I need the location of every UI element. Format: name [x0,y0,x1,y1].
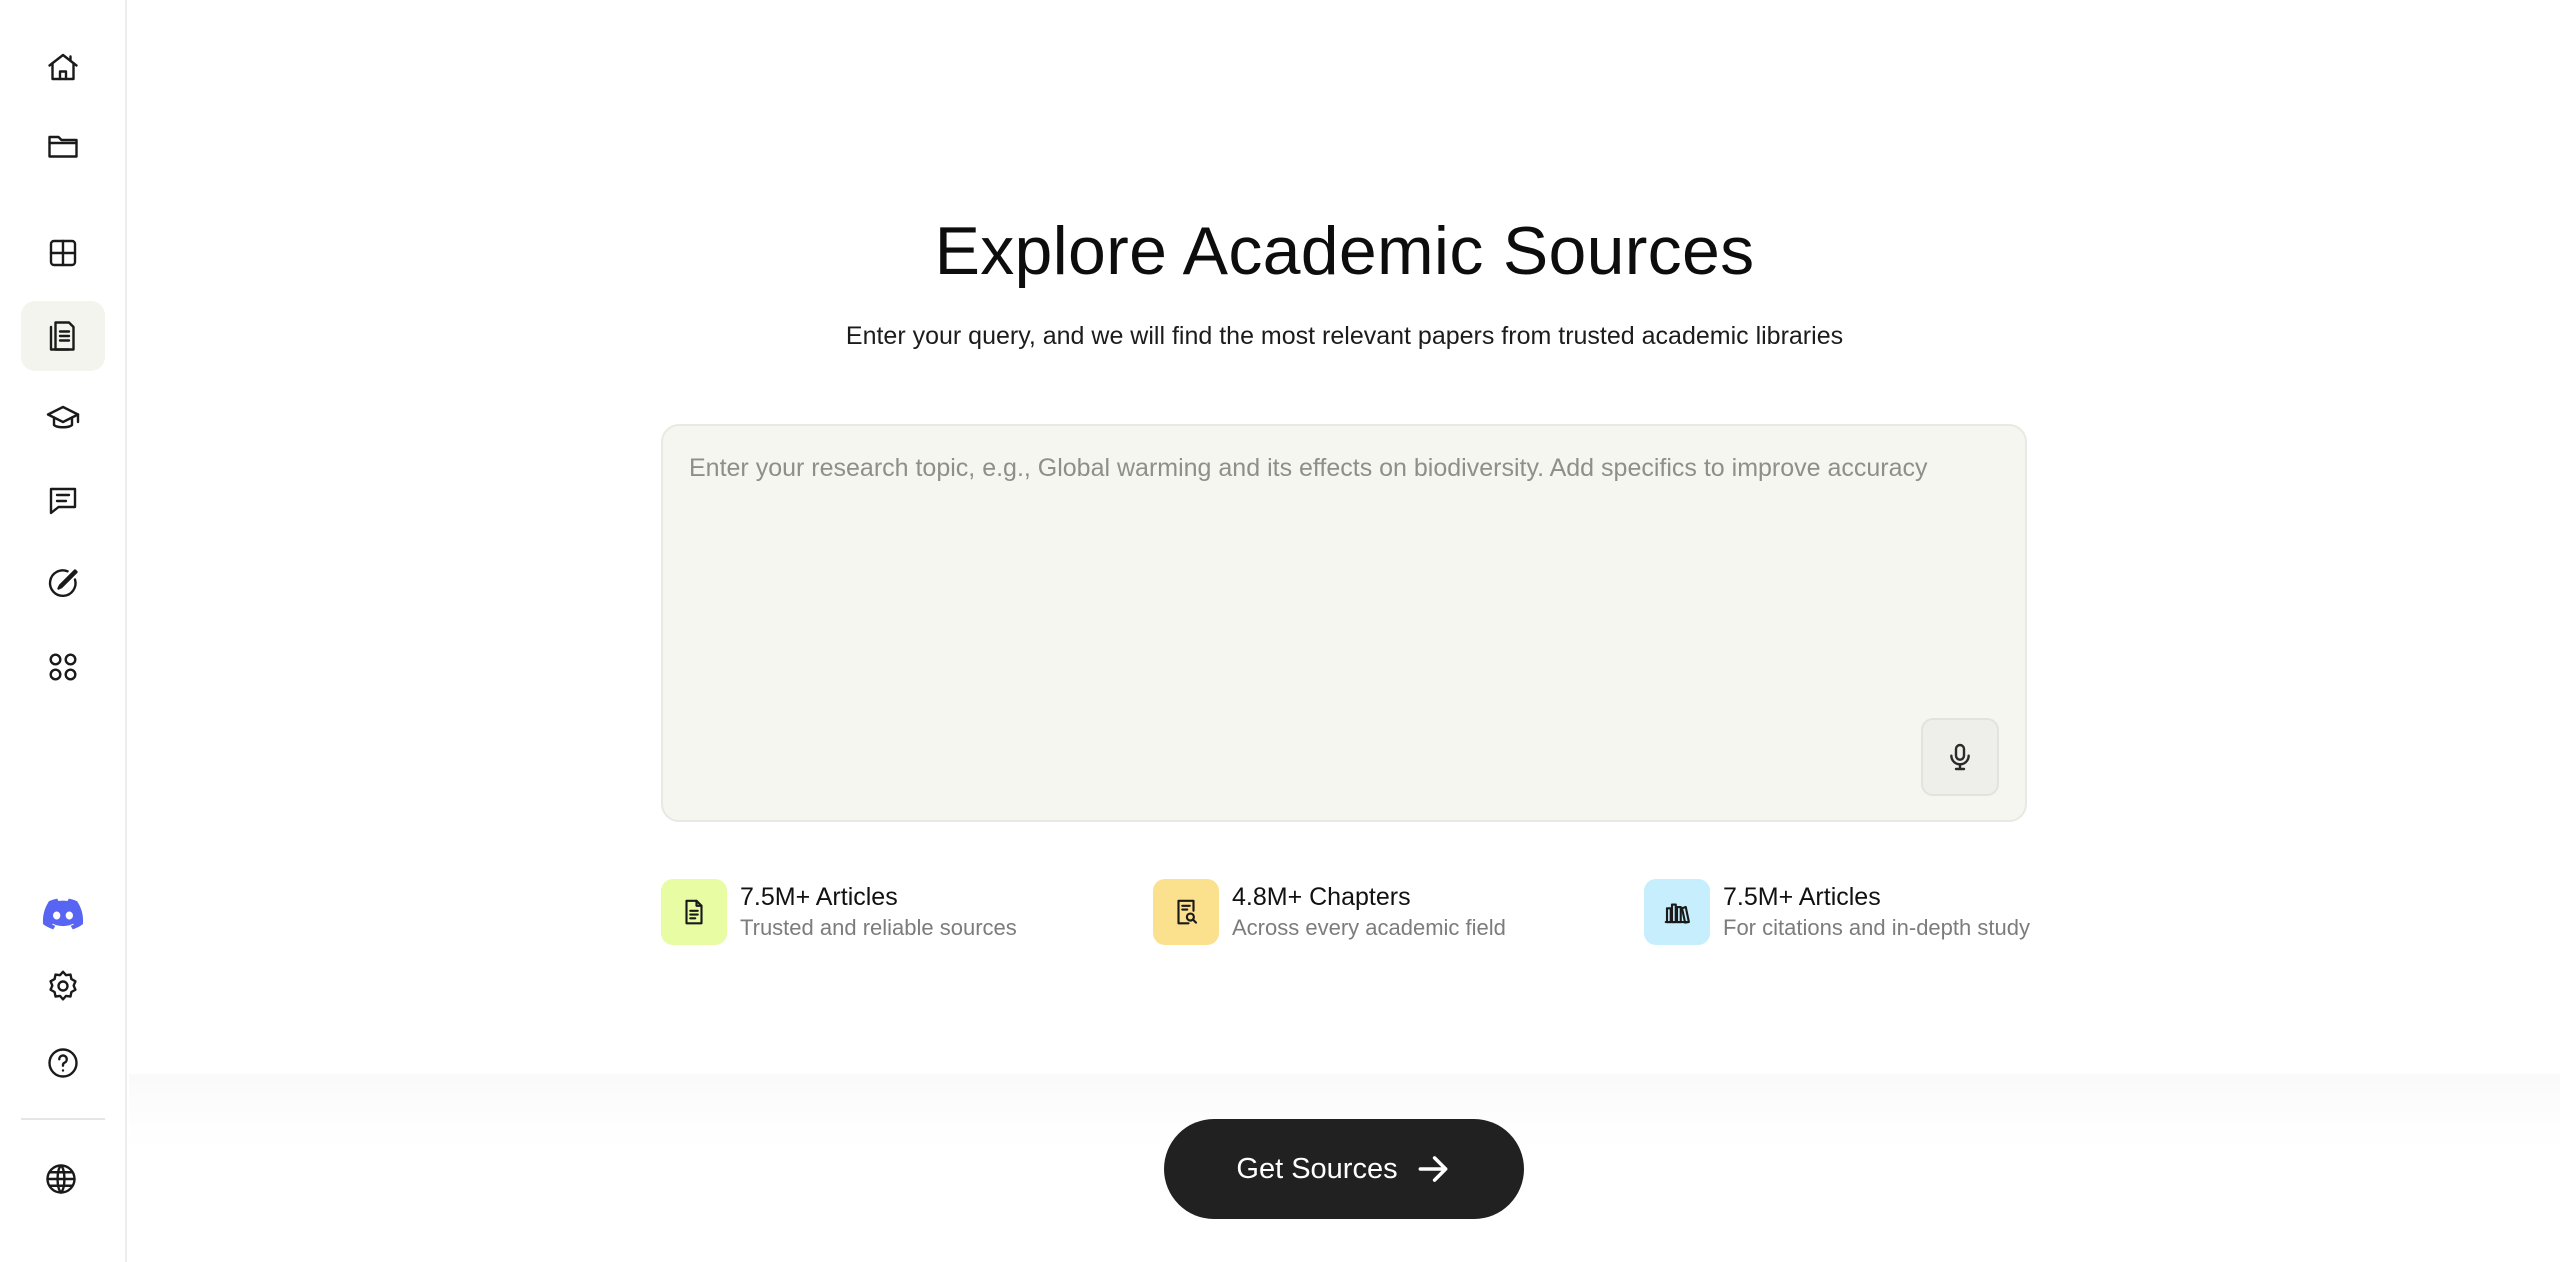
sidebar-item-home[interactable] [21,32,105,102]
sidebar-item-chat[interactable] [21,466,105,536]
sidebar-item-education[interactable] [21,384,105,454]
microphone-icon [1950,743,1970,771]
gear-icon [49,970,77,1001]
grid-icon [49,239,77,267]
home-icon [48,53,78,81]
microphone-button[interactable] [1921,718,1999,796]
stat-icon-box [661,879,727,945]
chat-icon [49,487,77,515]
discord-icon [42,898,84,930]
sidebar [0,0,127,1262]
pen-circle-icon [48,569,78,598]
apps-icon [49,653,77,681]
sidebar-item-apps[interactable] [21,632,105,702]
globe-icon [46,1164,76,1194]
sidebar-item-document[interactable] [21,301,105,371]
graduation-cap-icon [46,405,80,429]
sidebar-item-settings[interactable] [21,951,105,1021]
sidebar-item-discord[interactable] [21,879,105,949]
stat-icon-box [1153,879,1219,945]
sidebar-item-grid[interactable] [21,218,105,288]
stat-chapters: 4.8M+ Chapters Across every academic fie… [1153,878,1506,946]
folder-icon [48,135,78,158]
stat-description: Trusted and reliable sources [740,915,1017,940]
stat-title: 7.5M+ Articles [740,883,898,911]
stat-description: For citations and in-depth study [1723,915,2030,940]
sidebar-item-help[interactable] [21,1028,105,1098]
get-sources-label: Get Sources [1236,1152,1398,1185]
sidebar-item-review[interactable] [21,549,105,619]
sidebar-item-language[interactable] [19,1144,103,1214]
sidebar-item-folder[interactable] [21,111,105,181]
get-sources-button[interactable]: Get Sources [1164,1119,1524,1219]
stat-description: Across every academic field [1232,915,1506,940]
library-icon [1664,903,1690,924]
help-icon [48,1048,78,1078]
sidebar-divider [21,1118,105,1120]
research-topic-input[interactable] [689,454,1989,754]
stat-articles: 7.5M+ Articles Trusted and reliable sour… [661,878,1017,946]
stat-title: 4.8M+ Chapters [1232,883,1411,911]
stat-citations: 7.5M+ Articles For citations and in-dept… [1644,878,2030,946]
page-subtitle: Enter your query, and we will find the m… [845,322,1844,350]
arrow-right-icon [1418,1156,1448,1182]
document-icon [685,899,703,925]
stat-title: 7.5M+ Articles [1723,883,1881,911]
stat-icon-box [1644,879,1710,945]
document-icon [49,321,75,351]
document-search-icon [1177,899,1198,925]
query-box [661,424,2027,822]
page-title: Explore Academic Sources [934,213,1755,289]
main-content: Explore Academic Sources Enter your quer… [129,0,2560,1262]
